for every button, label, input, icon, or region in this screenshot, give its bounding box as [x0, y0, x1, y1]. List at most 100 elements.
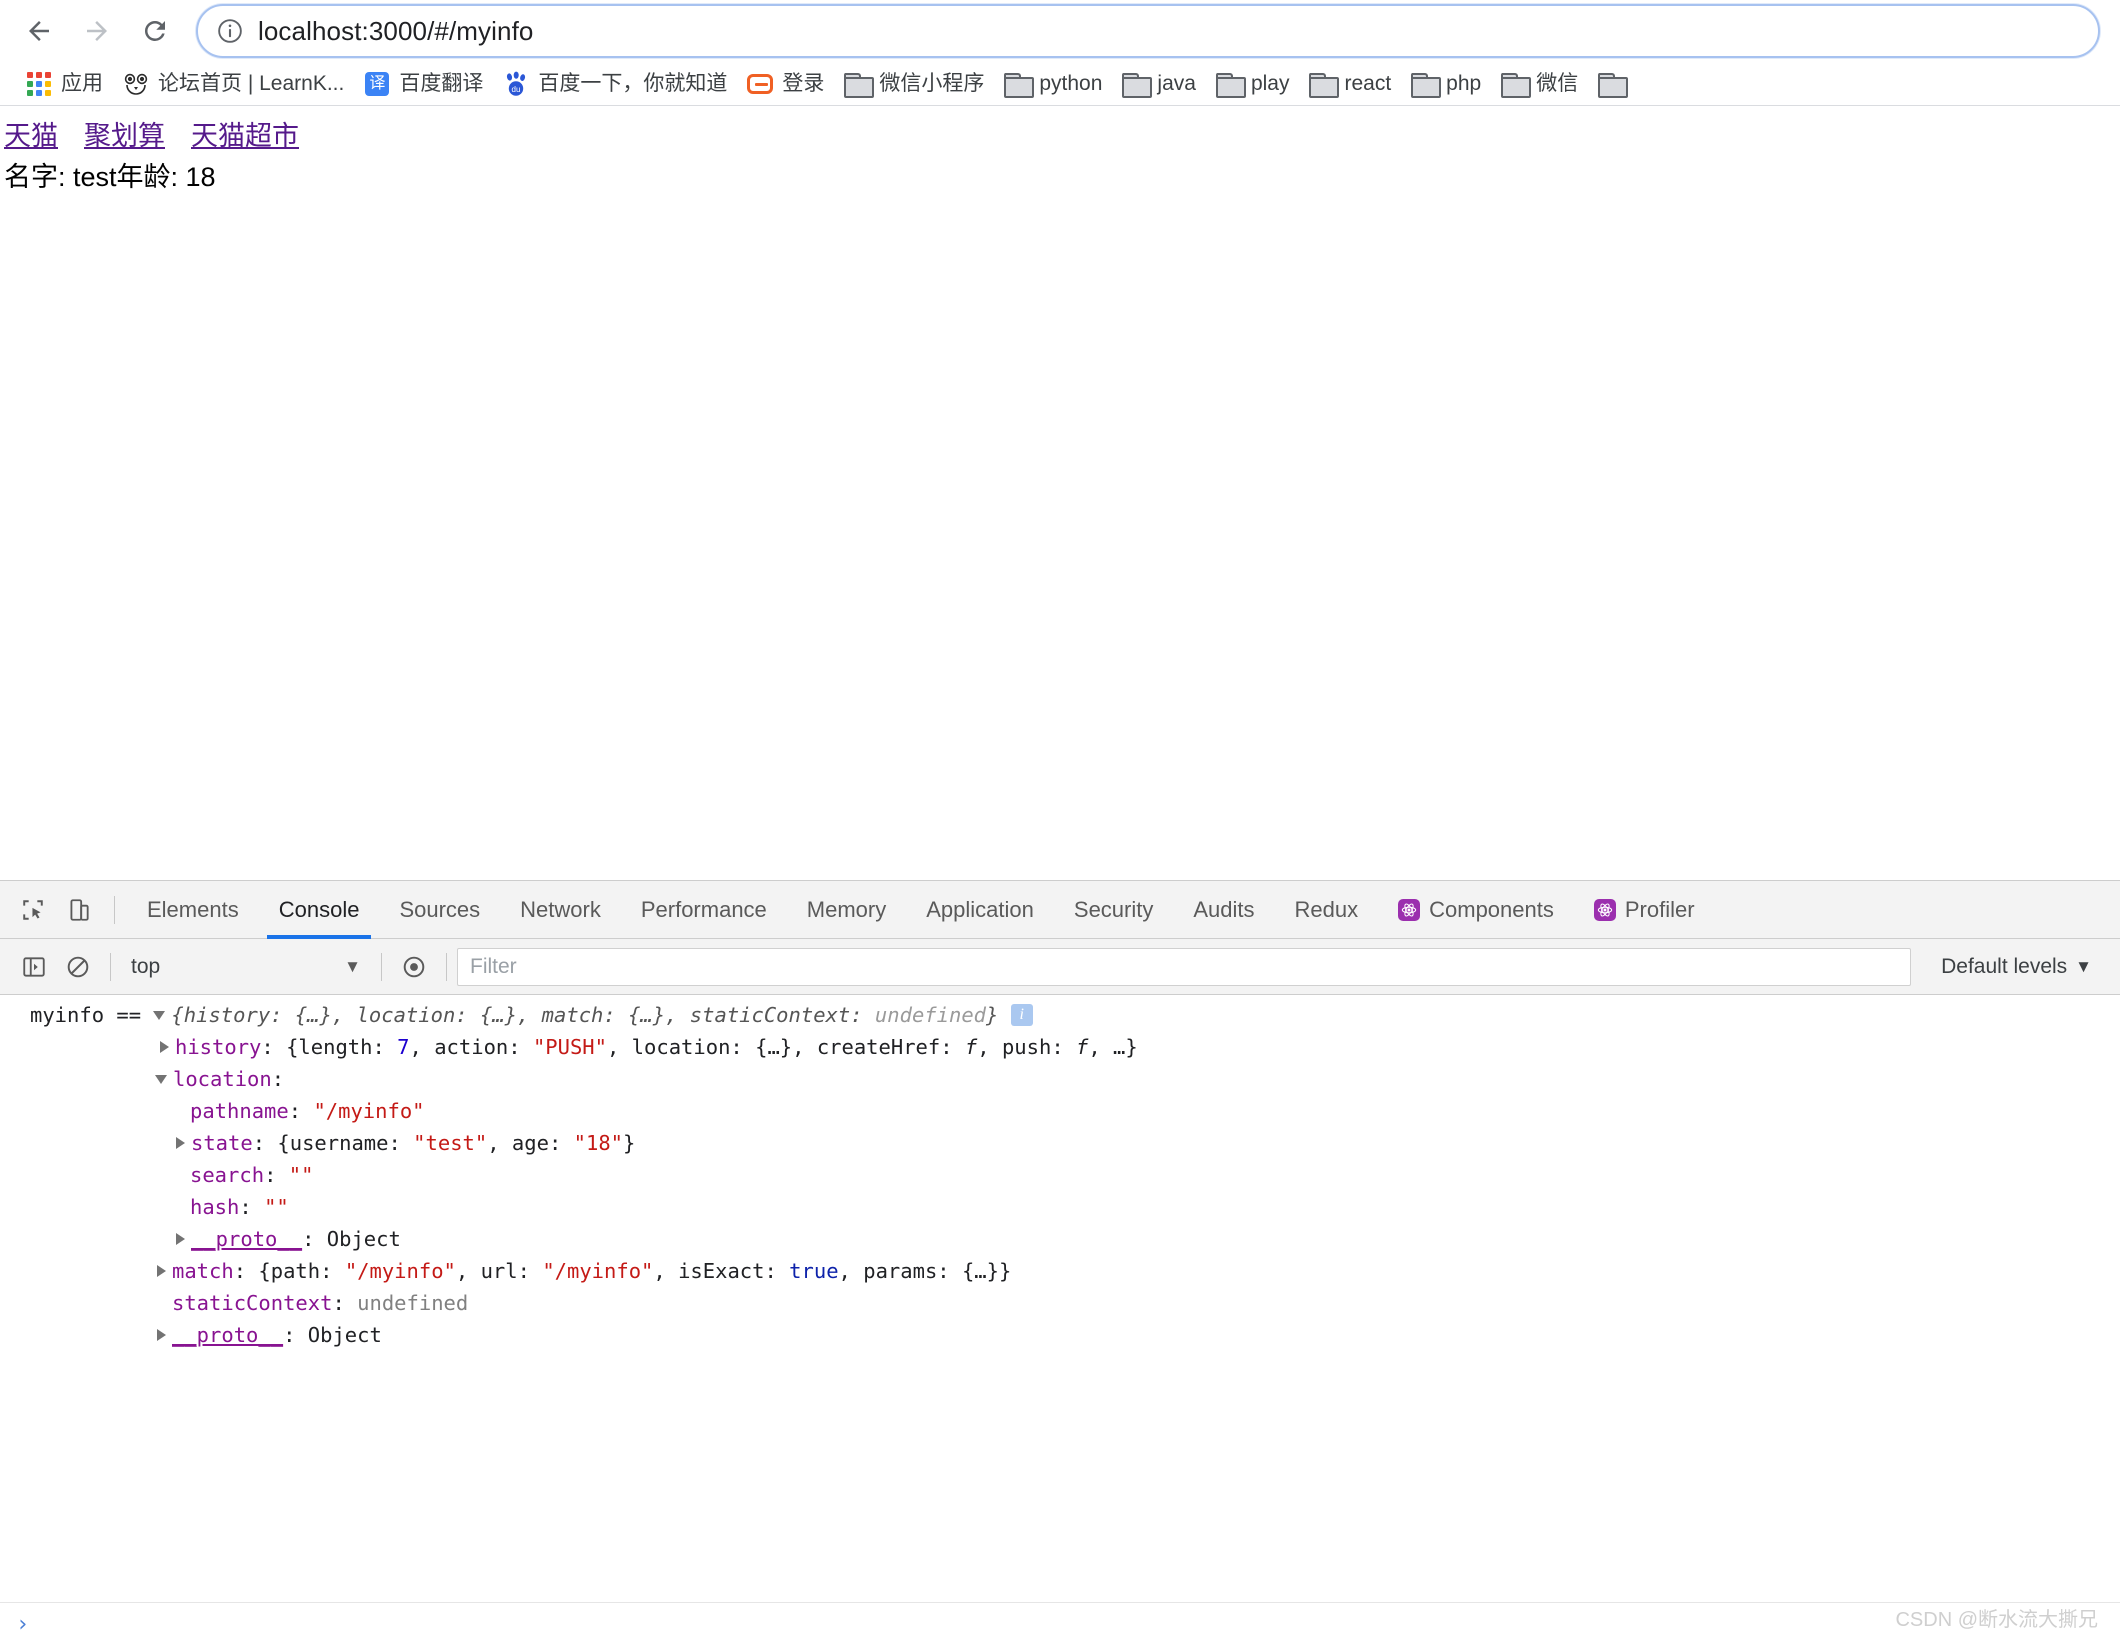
bookmark-folder-overflow[interactable] — [1588, 66, 1643, 102]
tab-audits[interactable]: Audits — [1173, 881, 1274, 939]
expand-triangle-down-icon[interactable] — [153, 1010, 166, 1020]
bookmark-folder-php[interactable]: php — [1401, 66, 1491, 102]
console-token: "" — [264, 1195, 289, 1219]
react-icon — [1593, 898, 1616, 921]
console-token: , isExact: — [653, 1259, 790, 1283]
live-expression-button[interactable] — [392, 945, 436, 989]
page-viewport: 天猫 聚划算 天猫超市 名字: test年龄: 18 — [0, 106, 2120, 866]
info-badge-icon[interactable]: i — [1010, 1003, 1033, 1026]
console-token — [998, 1003, 1010, 1027]
bookmark-learnku[interactable]: 论坛首页 | LearnK... — [113, 66, 354, 102]
bookmark-folder-wechat[interactable]: 微信 — [1491, 66, 1588, 102]
baidu-paw-icon: du — [503, 71, 529, 97]
bookmark-baidu-translate[interactable]: 译 百度翻译 — [354, 66, 493, 102]
folder-icon — [1501, 71, 1532, 98]
console-token: : — [288, 1099, 314, 1123]
forward-button[interactable] — [70, 4, 124, 58]
console-output[interactable]: myinfo == {history: {…}, location: {…}, … — [0, 995, 2120, 1596]
bookmark-folder-wechat-miniprogram[interactable]: 微信小程序 — [834, 66, 994, 102]
address-bar-url: localhost:3000/#/myinfo — [258, 15, 534, 46]
bookmark-login[interactable]: 登录 — [737, 66, 834, 102]
expand-triangle-right-icon[interactable] — [157, 1265, 166, 1277]
tab-label: Application — [926, 896, 1034, 922]
link-juhuasuan[interactable]: 聚划算 — [84, 121, 165, 151]
bookmark-label: 微信小程序 — [879, 72, 985, 95]
back-button[interactable] — [12, 4, 66, 58]
expand-triangle-right-icon[interactable] — [176, 1137, 185, 1149]
console-token: "" — [288, 1163, 314, 1187]
console-prompt-caret: › — [16, 1612, 30, 1637]
console-token: : — [332, 1291, 358, 1315]
tab-sources[interactable]: Sources — [379, 881, 500, 939]
console-token: , action: — [409, 1035, 533, 1059]
bookmark-label: react — [1344, 72, 1392, 95]
bookmark-folder-python[interactable]: python — [994, 66, 1112, 102]
site-info-icon[interactable] — [216, 17, 244, 45]
bookmark-folder-java[interactable]: java — [1112, 66, 1206, 102]
reload-icon — [144, 20, 165, 41]
console-token: __proto__ — [191, 1227, 303, 1251]
tab-console[interactable]: Console — [259, 881, 380, 939]
tab-redux[interactable]: Redux — [1275, 881, 1379, 939]
log-levels-select[interactable]: Default levels ▼ — [1925, 955, 2108, 979]
execution-context-select[interactable]: top ▼ — [121, 947, 371, 987]
expand-triangle-down-icon[interactable] — [155, 1074, 167, 1084]
tab-components[interactable]: Components — [1378, 881, 1574, 939]
react-icon — [1398, 898, 1421, 921]
tab-performance[interactable]: Performance — [621, 881, 787, 939]
console-line[interactable]: myinfo == {history: {…}, location: {…}, … — [0, 999, 2120, 1031]
link-tmall[interactable]: 天猫 — [4, 121, 58, 151]
console-token: : {path: — [233, 1259, 345, 1283]
expand-triangle-right-icon[interactable] — [160, 1041, 169, 1053]
bookmark-label: 百度翻译 — [399, 72, 484, 95]
expand-triangle-right-icon[interactable] — [157, 1329, 166, 1341]
console-token: staticContext — [172, 1291, 333, 1315]
console-token: hash — [190, 1195, 240, 1219]
bookmark-baidu-search[interactable]: du 百度一下，你就知道 — [493, 66, 737, 102]
console-line[interactable]: location: — [0, 1063, 2120, 1095]
tab-memory[interactable]: Memory — [787, 881, 906, 939]
context-label: top — [131, 954, 161, 978]
device-toolbar-button[interactable] — [56, 887, 102, 933]
console-line[interactable]: pathname: "/myinfo" — [0, 1095, 2120, 1127]
console-filter-input[interactable]: Filter — [457, 947, 1912, 986]
console-line[interactable]: history: {length: 7, action: "PUSH", loc… — [0, 1031, 2120, 1063]
bookmark-label: java — [1157, 72, 1196, 95]
bookmark-folder-play[interactable]: play — [1206, 66, 1300, 102]
tab-application[interactable]: Application — [906, 881, 1054, 939]
tab-label: Sources — [399, 896, 481, 922]
tab-elements[interactable]: Elements — [127, 881, 259, 939]
clear-console-button[interactable] — [56, 945, 100, 989]
tab-profiler[interactable]: Profiler — [1574, 881, 1715, 939]
console-prompt-row[interactable]: › — [0, 1602, 2120, 1646]
bookmark-label: 登录 — [782, 72, 825, 95]
console-sidebar-toggle[interactable] — [12, 945, 56, 989]
tab-security[interactable]: Security — [1054, 881, 1173, 939]
address-bar[interactable]: localhost:3000/#/myinfo — [196, 4, 2100, 58]
console-token: undefined — [357, 1291, 469, 1315]
console-line[interactable]: __proto__: Object — [0, 1319, 2120, 1351]
bookmark-label: 百度一下，你就知道 — [538, 72, 728, 95]
console-line[interactable]: state: {username: "test", age: "18"} — [0, 1127, 2120, 1159]
tab-label: Memory — [806, 896, 887, 922]
expand-triangle-right-icon[interactable] — [176, 1233, 185, 1245]
console-line[interactable]: search: "" — [0, 1159, 2120, 1191]
console-token: , age: — [487, 1131, 574, 1155]
link-tmall-supermarket[interactable]: 天猫超市 — [191, 121, 299, 151]
tab-network[interactable]: Network — [500, 881, 621, 939]
filter-placeholder: Filter — [470, 954, 517, 978]
console-line[interactable]: hash: "" — [0, 1191, 2120, 1223]
console-line[interactable]: match: {path: "/myinfo", url: "/myinfo",… — [0, 1255, 2120, 1287]
info-circle-icon — [218, 19, 242, 43]
bookmark-label: python — [1039, 72, 1103, 95]
bookmark-label: play — [1250, 72, 1290, 95]
console-filter-bar: top ▼ Filter Default levels ▼ — [0, 939, 2120, 995]
inspect-element-button[interactable] — [10, 887, 56, 933]
reload-button[interactable] — [128, 4, 182, 58]
console-token: "/myinfo" — [313, 1099, 425, 1123]
console-line[interactable]: staticContext: undefined — [0, 1287, 2120, 1319]
console-line[interactable]: __proto__: Object — [0, 1223, 2120, 1255]
bookmark-folder-react[interactable]: react — [1299, 66, 1401, 102]
bookmark-apps[interactable]: 应用 — [16, 66, 113, 102]
folder-icon — [1122, 71, 1153, 98]
